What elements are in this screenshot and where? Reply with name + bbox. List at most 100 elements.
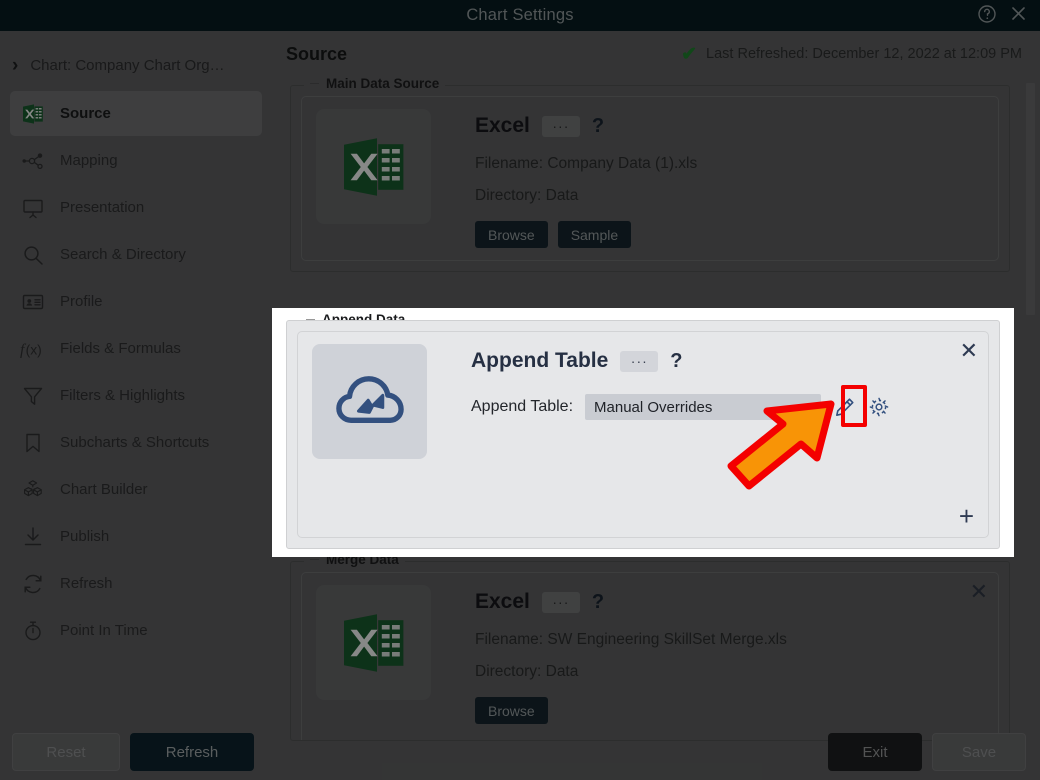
append-data-box: Append Table ··· ? Append Table: Manual … — [286, 320, 1000, 549]
sidebar-item-filters-highlights[interactable]: Filters & Highlights — [10, 373, 262, 418]
stopwatch-icon — [20, 618, 46, 644]
merge-data-box: Merge Data Excel ··· ? Filename: SW Engi… — [290, 552, 1010, 741]
reset-button[interactable]: Reset — [12, 733, 120, 771]
merge-data-legend: Merge Data — [304, 552, 405, 567]
refresh-cycle-icon — [20, 571, 46, 597]
breadcrumb-label: Chart: Company Chart Org… — [30, 56, 225, 74]
append-table-card: Append Table ··· ? Append Table: Manual … — [297, 331, 989, 538]
close-icon[interactable] — [1009, 4, 1028, 27]
sidebar-item-label: Point In Time — [60, 622, 148, 639]
gear-icon[interactable] — [868, 396, 890, 418]
mapping-nodes-icon — [20, 148, 46, 174]
refresh-button[interactable]: Refresh — [130, 733, 254, 771]
directory-text: Directory: Data — [475, 663, 579, 680]
window-title: Chart Settings — [466, 6, 574, 24]
browse-button[interactable]: Browse — [475, 697, 548, 724]
help-question-icon[interactable]: ? — [670, 350, 682, 373]
sidebar-item-subcharts-shortcuts[interactable]: Subcharts & Shortcuts — [10, 420, 262, 465]
sidebar: › Chart: Company Chart Org… Source Mappi… — [0, 31, 272, 780]
legend-label: Merge Data — [326, 552, 399, 567]
card-title-row: Excel ··· ? — [475, 587, 984, 617]
sidebar-nav: Source Mapping Presentation Search & Dir… — [0, 91, 272, 653]
remove-append-source-button[interactable]: ✕ — [960, 340, 978, 362]
main-data-source-box: Main Data Source Excel ··· ? Filename: C… — [290, 76, 1010, 272]
main-data-source-legend: Main Data Source — [304, 76, 446, 91]
sidebar-item-mapping[interactable]: Mapping — [10, 138, 262, 183]
sidebar-item-label: Source — [60, 105, 111, 122]
sidebar-item-refresh[interactable]: Refresh — [10, 561, 262, 606]
sidebar-item-label: Refresh — [60, 575, 113, 592]
footer-actions: Exit Save — [828, 724, 1026, 780]
svg-text:(x): (x) — [26, 341, 42, 357]
sidebar-item-label: Profile — [60, 293, 103, 310]
cloud-bolt-icon — [312, 344, 427, 459]
blocks-cube-icon — [20, 477, 46, 503]
save-button[interactable]: Save — [932, 733, 1026, 771]
sidebar-item-label: Subcharts & Shortcuts — [60, 434, 210, 451]
sidebar-item-label: Presentation — [60, 199, 145, 216]
legend-dash-icon — [310, 83, 319, 84]
more-options-button[interactable]: ··· — [541, 115, 580, 137]
green-check-icon: ✔ — [681, 43, 698, 65]
sidebar-item-point-in-time[interactable]: Point In Time — [10, 608, 262, 653]
publish-download-icon — [20, 524, 46, 550]
help-question-icon[interactable]: ? — [592, 115, 604, 138]
sidebar-item-label: Publish — [60, 528, 110, 545]
merge-data-card: Excel ··· ? Filename: SW Engineering Ski… — [301, 572, 999, 740]
browse-button[interactable]: Browse — [475, 221, 548, 248]
sidebar-item-chart-builder[interactable]: Chart Builder — [10, 467, 262, 512]
sidebar-item-search-directory[interactable]: Search & Directory — [10, 232, 262, 277]
main-header: Source ✔ Last Refreshed: December 12, 20… — [272, 31, 1040, 77]
main-data-source-details: Excel ··· ? Filename: Company Data (1).x… — [431, 109, 984, 248]
chart-settings-window: Chart Settings › Chart: Company Chart Or… — [0, 0, 1040, 780]
sidebar-item-fields-formulas[interactable]: f (x) Fields & Formulas — [10, 326, 262, 371]
sample-button[interactable]: Sample — [557, 221, 632, 248]
source-actions: Browse — [475, 697, 984, 724]
page-title: Source — [286, 43, 348, 64]
chevron-right-icon[interactable]: › — [12, 56, 18, 75]
search-icon — [20, 242, 46, 268]
sidebar-item-label: Search & Directory — [60, 246, 186, 263]
merge-data-details: Excel ··· ? Filename: SW Engineering Ski… — [431, 585, 984, 734]
sidebar-item-label: Mapping — [60, 152, 118, 169]
annotation-arrow — [727, 400, 835, 490]
add-append-source-button[interactable]: + — [959, 503, 974, 529]
source-type-title: Excel — [475, 590, 530, 613]
append-table-field-label: Append Table: — [471, 398, 574, 415]
sidebar-item-presentation[interactable]: Presentation — [10, 185, 262, 230]
exit-button[interactable]: Exit — [828, 733, 922, 771]
bookmark-icon — [20, 430, 46, 456]
card-title-row: Excel ··· ? — [475, 111, 984, 141]
vertical-scrollbar[interactable] — [1026, 83, 1035, 725]
source-actions: Browse Sample — [475, 221, 984, 248]
filename-text: Filename: Company Data (1).xls — [475, 155, 698, 172]
more-options-button[interactable]: ··· — [541, 591, 580, 613]
more-options-button[interactable]: ··· — [620, 350, 659, 372]
funnel-filter-icon — [20, 383, 46, 409]
directory-text: Directory: Data — [475, 187, 579, 204]
help-circle-icon[interactable] — [977, 4, 997, 28]
excel-file-icon — [316, 585, 431, 700]
window-title-bar: Chart Settings — [0, 0, 1040, 31]
function-fx-icon: f (x) — [20, 336, 46, 362]
sidebar-item-profile[interactable]: Profile — [10, 279, 262, 324]
source-type-title: Excel — [475, 114, 530, 137]
window-controls — [977, 0, 1028, 31]
remove-merge-source-button[interactable]: ✕ — [970, 581, 988, 603]
breadcrumb[interactable]: › Chart: Company Chart Org… — [0, 43, 272, 87]
scrollbar-thumb[interactable] — [1026, 83, 1035, 315]
sidebar-item-source[interactable]: Source — [10, 91, 262, 136]
append-table-details: Append Table ··· ? Append Table: Manual … — [427, 344, 974, 525]
merge-data-section: Merge Data Excel ··· ? Filename: SW Engi… — [290, 552, 1010, 741]
last-refreshed-status: ✔ Last Refreshed: December 12, 2022 at 1… — [681, 31, 1022, 77]
main-data-source-card: Excel ··· ? Filename: Company Data (1).x… — [301, 96, 999, 261]
sidebar-footer: Reset Refresh — [0, 724, 272, 780]
append-table-title: Append Table — [471, 349, 609, 372]
sidebar-item-publish[interactable]: Publish — [10, 514, 262, 559]
append-data-section: Append Data Append Table ··· ? — [272, 308, 1014, 557]
legend-label: Main Data Source — [326, 76, 440, 91]
help-question-icon[interactable]: ? — [592, 591, 604, 614]
append-table-select-value: Manual Overrides — [594, 398, 713, 416]
sidebar-item-label: Filters & Highlights — [60, 387, 186, 404]
excel-file-icon — [316, 109, 431, 224]
